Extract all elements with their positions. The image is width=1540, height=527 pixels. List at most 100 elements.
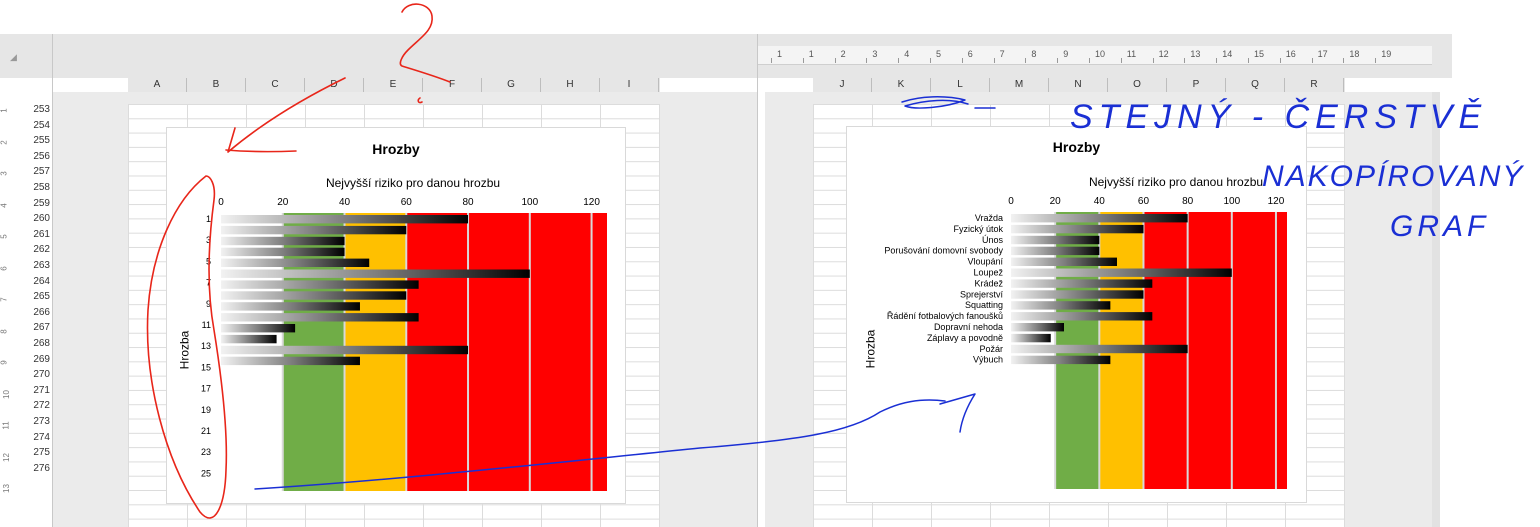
y-tick-label: 9 (206, 299, 211, 309)
bar (221, 236, 345, 246)
column-headers-right: JKLMNOPQR (813, 78, 1345, 93)
column-header-K[interactable]: K (872, 78, 931, 92)
column-header-R[interactable]: R (1285, 78, 1344, 92)
row-header-273[interactable]: 273 (26, 416, 50, 427)
row-header-260[interactable]: 260 (26, 213, 50, 224)
x-tick-label: 100 (521, 197, 538, 208)
column-headers-left: ABCDEFGHI (128, 78, 660, 93)
column-header-M[interactable]: M (990, 78, 1049, 92)
column-header-B[interactable]: B (187, 78, 246, 92)
bar (221, 324, 296, 333)
row-header-253[interactable]: 253 (26, 104, 50, 115)
bar (1011, 257, 1117, 266)
bar (221, 258, 370, 267)
row-header-276[interactable]: 276 (26, 463, 50, 474)
column-header-G[interactable]: G (482, 78, 541, 92)
column-header-Q[interactable]: Q (1226, 78, 1285, 92)
bar (221, 291, 407, 300)
y-tick-label: 11 (202, 320, 211, 330)
bar (1011, 312, 1153, 321)
column-header-J[interactable]: J (813, 78, 872, 92)
select-all-corner-icon[interactable]: ◢ (10, 52, 17, 63)
row-header-261[interactable]: 261 (26, 229, 50, 240)
x-tick-label: 80 (462, 197, 474, 208)
row-header-262[interactable]: 262 (26, 244, 50, 255)
bar (221, 225, 407, 235)
column-header-O[interactable]: O (1108, 78, 1167, 92)
column-header-H[interactable]: H (541, 78, 600, 92)
row-header-272[interactable]: 272 (26, 400, 50, 411)
chart-plot: 0 20 40 60 80 100 120 VraždaFyzický útokÚnosPor… (884, 196, 1287, 489)
vertical-scrollbar[interactable] (1432, 92, 1440, 527)
column-header-I[interactable]: I (600, 78, 659, 92)
y-tick-label: 1 (206, 214, 211, 224)
ruler-number: 1 (777, 49, 783, 59)
category-label: Vražda (975, 213, 1003, 223)
margin-ruler-mark: 11 (1, 421, 11, 430)
row-header-270[interactable]: 270 (26, 369, 50, 380)
ruler-tick (1184, 58, 1186, 63)
ruler-number: 8 (1031, 49, 1037, 59)
bar (1011, 323, 1064, 332)
column-header-A[interactable]: A (128, 78, 187, 92)
row-header-268[interactable]: 268 (26, 338, 50, 349)
row-header-258[interactable]: 258 (26, 182, 50, 193)
y-tick-label: 21 (201, 426, 211, 436)
y-tick-label: 5 (206, 256, 211, 266)
y-tick-label: 15 (201, 362, 211, 372)
row-header-255[interactable]: 255 (26, 135, 50, 146)
category-label: Krádež (974, 278, 1003, 288)
row-header-264[interactable]: 264 (26, 276, 50, 287)
row-header-267[interactable]: 267 (26, 322, 50, 333)
x-tick-label: 0 (218, 197, 224, 208)
bar (1011, 268, 1232, 277)
ruler-number: 4 (904, 49, 910, 59)
chart-left[interactable]: Hrozby Nejvyšší riziko pro danou hrozbu … (166, 127, 626, 504)
column-header-N[interactable]: N (1049, 78, 1108, 92)
x-tick-label: 20 (277, 197, 289, 208)
x-tick-label: 60 (1138, 196, 1150, 207)
bar (1011, 279, 1153, 288)
column-header-C[interactable]: C (246, 78, 305, 92)
row-headers: 253 254 255 256 257 258 259 260 261 262 263 264 265 2… (0, 92, 52, 527)
row-header-257[interactable]: 257 (26, 166, 50, 177)
category-label: Sprejerství (960, 289, 1004, 299)
y-tick-label: 3 (206, 235, 211, 245)
column-header-D[interactable]: D (305, 78, 364, 92)
margin-ruler-mark: 2 (0, 139, 9, 145)
bar (1011, 224, 1144, 234)
row-header-271[interactable]: 271 (26, 385, 50, 396)
column-header-E[interactable]: E (364, 78, 423, 92)
bar (221, 215, 469, 224)
category-label: Výbuch (973, 355, 1003, 365)
bar (1011, 333, 1051, 343)
row-header-259[interactable]: 259 (26, 198, 50, 209)
row-header-266[interactable]: 266 (26, 307, 50, 318)
bar (221, 334, 277, 344)
row-header-256[interactable]: 256 (26, 151, 50, 162)
chart-right[interactable]: Hrozby Nejvyšší riziko pro danou hrozbu … (846, 126, 1307, 503)
row-header-275[interactable]: 275 (26, 447, 50, 458)
margin-ruler-mark: 5 (0, 234, 9, 239)
column-header-P[interactable]: P (1167, 78, 1226, 92)
margin-ruler-mark: 3 (0, 171, 9, 176)
bar (1011, 301, 1111, 310)
column-header-L[interactable]: L (931, 78, 990, 92)
bar (1011, 355, 1111, 365)
column-header-F[interactable]: F (423, 78, 482, 92)
row-header-269[interactable]: 269 (26, 354, 50, 365)
ruler-tick (1152, 58, 1154, 63)
window-top-area (0, 0, 1540, 34)
bar (1011, 290, 1144, 299)
row-header-263[interactable]: 263 (26, 260, 50, 271)
margin-ruler-mark: 8 (0, 328, 9, 334)
category-label: Dopravní nehoda (934, 322, 1003, 332)
ruler-tick (1025, 58, 1027, 63)
page-divider (757, 34, 758, 527)
row-header-254[interactable]: 254 (26, 120, 50, 131)
bar (221, 247, 345, 257)
row-header-274[interactable]: 274 (26, 432, 50, 443)
x-tick-label: 40 (1094, 196, 1106, 207)
row-header-265[interactable]: 265 (26, 291, 50, 302)
category-label: Únos (982, 235, 1004, 245)
